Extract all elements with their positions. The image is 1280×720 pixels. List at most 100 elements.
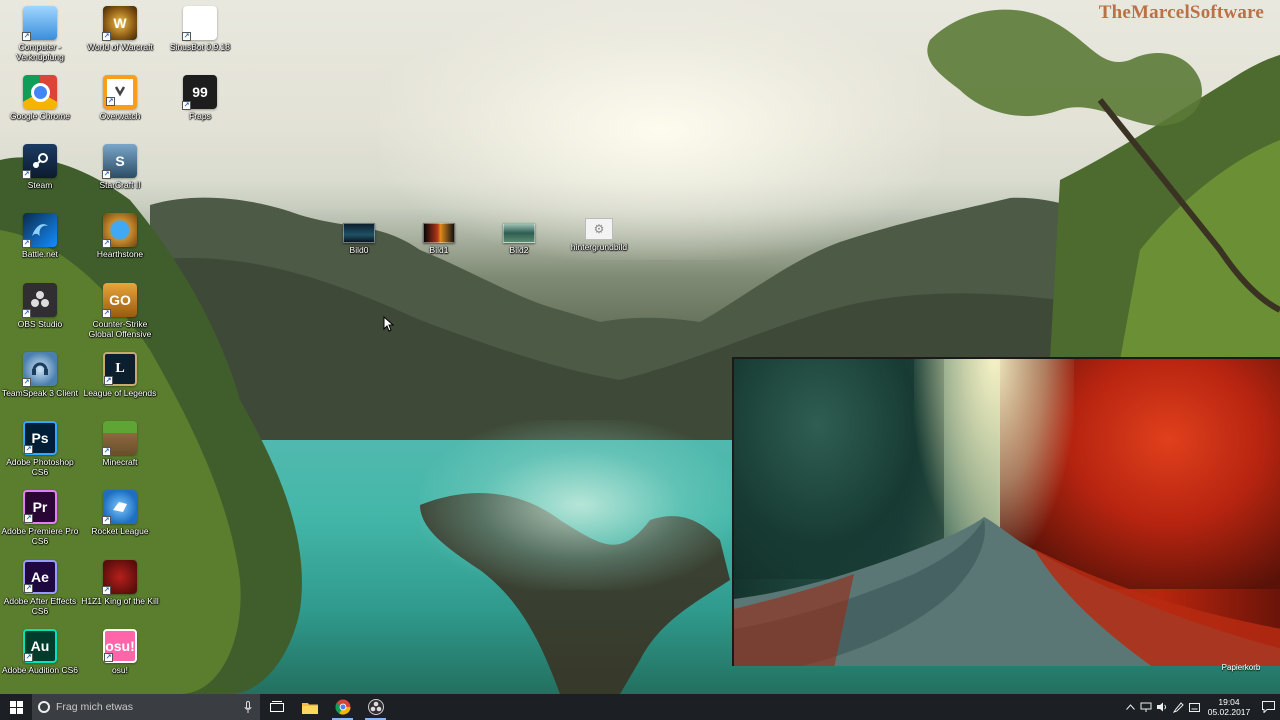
desktop-icon-label: SinusBot 0.9.18 bbox=[169, 42, 230, 52]
steam-icon: ↗ bbox=[22, 144, 57, 179]
desktop-icon-label: Rocket League bbox=[91, 526, 149, 536]
recycle-bin-label[interactable]: Papierkorb bbox=[1213, 663, 1269, 672]
cortana-search-box[interactable]: Frag mich etwas bbox=[32, 694, 260, 720]
desktop-file-label: Bild1 bbox=[429, 245, 449, 255]
network-icon bbox=[1140, 702, 1152, 712]
league-of-legends-icon: L ↗ bbox=[103, 352, 137, 386]
desktop-file-label: Bild2 bbox=[509, 245, 529, 255]
minecraft-icon: ↗ bbox=[102, 421, 137, 456]
preview-road bbox=[734, 517, 1280, 666]
desktop-icon-league-of-legends[interactable]: L ↗ League of Legends bbox=[81, 352, 159, 398]
computer-icon: ↗ bbox=[22, 6, 57, 41]
teamspeak-icon: ↗ bbox=[22, 352, 57, 387]
desktop-icon-osu[interactable]: osu! ↗ osu! bbox=[81, 629, 159, 675]
desktop-file-hintergrundbild[interactable]: ⚙ hintergrundbild bbox=[560, 218, 638, 252]
action-center-button[interactable] bbox=[1256, 694, 1280, 720]
desktop-icon-label: Hearthstone bbox=[96, 249, 144, 259]
desktop-icon-minecraft[interactable]: ↗ Minecraft bbox=[81, 421, 159, 467]
chrome-icon bbox=[23, 75, 57, 109]
file-explorer-button[interactable] bbox=[293, 694, 326, 720]
taskbar-clock[interactable]: 19:04 05.02.2017 bbox=[1202, 697, 1256, 717]
desktop-icon-rocket-league[interactable]: ↗ Rocket League bbox=[81, 490, 159, 536]
desktop-icon-after-effects[interactable]: Ae ↗ Adobe After Effects CS6 bbox=[1, 560, 79, 616]
task-view-button[interactable] bbox=[260, 694, 293, 720]
sinusbot-icon: N ↗ bbox=[182, 6, 217, 41]
osu-icon: osu! ↗ bbox=[103, 629, 137, 663]
obs-taskbar-button[interactable] bbox=[359, 694, 392, 720]
desktop-icon-label: Fraps bbox=[189, 111, 211, 121]
image-file-icon bbox=[343, 223, 375, 243]
desktop-icon-label: League of Legends bbox=[83, 388, 157, 398]
desktop-file-bild1[interactable]: Bild1 bbox=[400, 223, 478, 255]
desktop-icon-battlenet[interactable]: ↗ Battle.net bbox=[1, 213, 79, 259]
desktop-icon-label: OBS Studio bbox=[17, 319, 63, 329]
rocket-league-icon: ↗ bbox=[102, 490, 137, 525]
desktop-icon-obs-studio[interactable]: ↗ OBS Studio bbox=[1, 283, 79, 329]
desktop-icon-label: Adobe Audition CS6 bbox=[1, 665, 79, 675]
image-preview-window[interactable] bbox=[732, 357, 1280, 666]
premiere-pro-icon: Pr ↗ bbox=[23, 490, 57, 524]
audition-icon: Au ↗ bbox=[23, 629, 57, 663]
desktop-file-label: hintergrundbild bbox=[570, 242, 628, 252]
microphone-icon[interactable] bbox=[244, 701, 252, 713]
windows-logo-icon bbox=[9, 700, 23, 714]
chevron-up-icon bbox=[1125, 704, 1135, 710]
after-effects-icon: Ae ↗ bbox=[23, 560, 57, 594]
desktop-icon-label: osu! bbox=[111, 665, 129, 675]
desktop-icon-chrome[interactable]: Google Chrome bbox=[1, 75, 79, 121]
desktop-icon-label: Adobe Premiere Pro CS6 bbox=[1, 526, 79, 546]
task-view-icon bbox=[269, 701, 284, 712]
desktop-icon-label: Computer - Verknüpfung bbox=[16, 42, 64, 62]
speaker-icon bbox=[1157, 702, 1167, 712]
pen-workspace-button[interactable] bbox=[1170, 694, 1186, 720]
desktop-icon-label: Google Chrome bbox=[9, 111, 70, 121]
overwatch-icon: ↗ bbox=[103, 75, 137, 109]
h1z1-icon: ↗ bbox=[102, 560, 137, 595]
desktop-icon-computer[interactable]: ↗ Computer - Verknüpfung bbox=[1, 6, 79, 62]
starcraft-icon: S ↗ bbox=[102, 144, 137, 179]
desktop-icon-label: Adobe Photoshop CS6 bbox=[6, 457, 74, 477]
mouse-cursor-icon bbox=[383, 316, 395, 332]
channel-watermark: TheMarcelSoftware bbox=[1098, 2, 1264, 23]
show-hidden-icons-button[interactable] bbox=[1122, 694, 1138, 720]
pen-icon bbox=[1172, 701, 1184, 713]
desktop-icon-photoshop[interactable]: Ps ↗ Adobe Photoshop CS6 bbox=[1, 421, 79, 477]
obs-studio-icon: ↗ bbox=[22, 283, 57, 318]
image-file-icon bbox=[503, 223, 535, 243]
hearthstone-icon: ↗ bbox=[102, 213, 137, 248]
system-tray: 19:04 05.02.2017 bbox=[1122, 694, 1280, 720]
desktop-file-bild0[interactable]: Bild0 bbox=[320, 223, 398, 255]
desktop-icon-label: H1Z1 King of the Kill bbox=[81, 596, 159, 606]
volume-button[interactable] bbox=[1154, 694, 1170, 720]
desktop-icon-world-of-warcraft[interactable]: W ↗ World of Warcraft bbox=[81, 6, 159, 52]
cortana-icon bbox=[38, 701, 50, 713]
desktop-icon-starcraft[interactable]: S ↗ StarCraft II bbox=[81, 144, 159, 190]
desktop-file-bild2[interactable]: Bild2 bbox=[480, 223, 558, 255]
desktop-icon-label: StarCraft II bbox=[99, 180, 141, 190]
desktop-icon-audition[interactable]: Au ↗ Adobe Audition CS6 bbox=[1, 629, 79, 675]
desktop-icon-overwatch[interactable]: ↗ Overwatch bbox=[81, 75, 159, 121]
network-button[interactable] bbox=[1138, 694, 1154, 720]
desktop-icon-premiere-pro[interactable]: Pr ↗ Adobe Premiere Pro CS6 bbox=[1, 490, 79, 546]
desktop-icon-teamspeak[interactable]: ↗ TeamSpeak 3 Client bbox=[1, 352, 79, 398]
desktop-icon-hearthstone[interactable]: ↗ Hearthstone bbox=[81, 213, 159, 259]
desktop-icon-csgo[interactable]: GO ↗ Counter-Strike Global Offensive bbox=[81, 283, 159, 339]
desktop-icon-steam[interactable]: ↗ Steam bbox=[1, 144, 79, 190]
input-language-button[interactable] bbox=[1186, 694, 1202, 720]
obs-studio-icon bbox=[367, 699, 384, 715]
world-of-warcraft-icon: W ↗ bbox=[102, 6, 137, 41]
desktop-icon-fraps[interactable]: 99 ↗ Fraps bbox=[161, 75, 239, 121]
image-file-icon: ⚙ bbox=[585, 218, 613, 240]
chrome-icon bbox=[335, 699, 351, 715]
desktop-icon-h1z1[interactable]: ↗ H1Z1 King of the Kill bbox=[81, 560, 159, 606]
chrome-taskbar-button[interactable] bbox=[326, 694, 359, 720]
file-explorer-icon bbox=[301, 702, 318, 714]
search-placeholder: Frag mich etwas bbox=[56, 701, 134, 713]
image-file-icon bbox=[423, 223, 455, 243]
start-button[interactable] bbox=[0, 694, 32, 720]
keyboard-icon bbox=[1188, 702, 1200, 712]
desktop-icon-label: Steam bbox=[27, 180, 53, 190]
desktop-icon-sinusbot[interactable]: N ↗ SinusBot 0.9.18 bbox=[161, 6, 239, 52]
battlenet-icon: ↗ bbox=[22, 213, 57, 248]
notifications-icon bbox=[1261, 701, 1275, 713]
